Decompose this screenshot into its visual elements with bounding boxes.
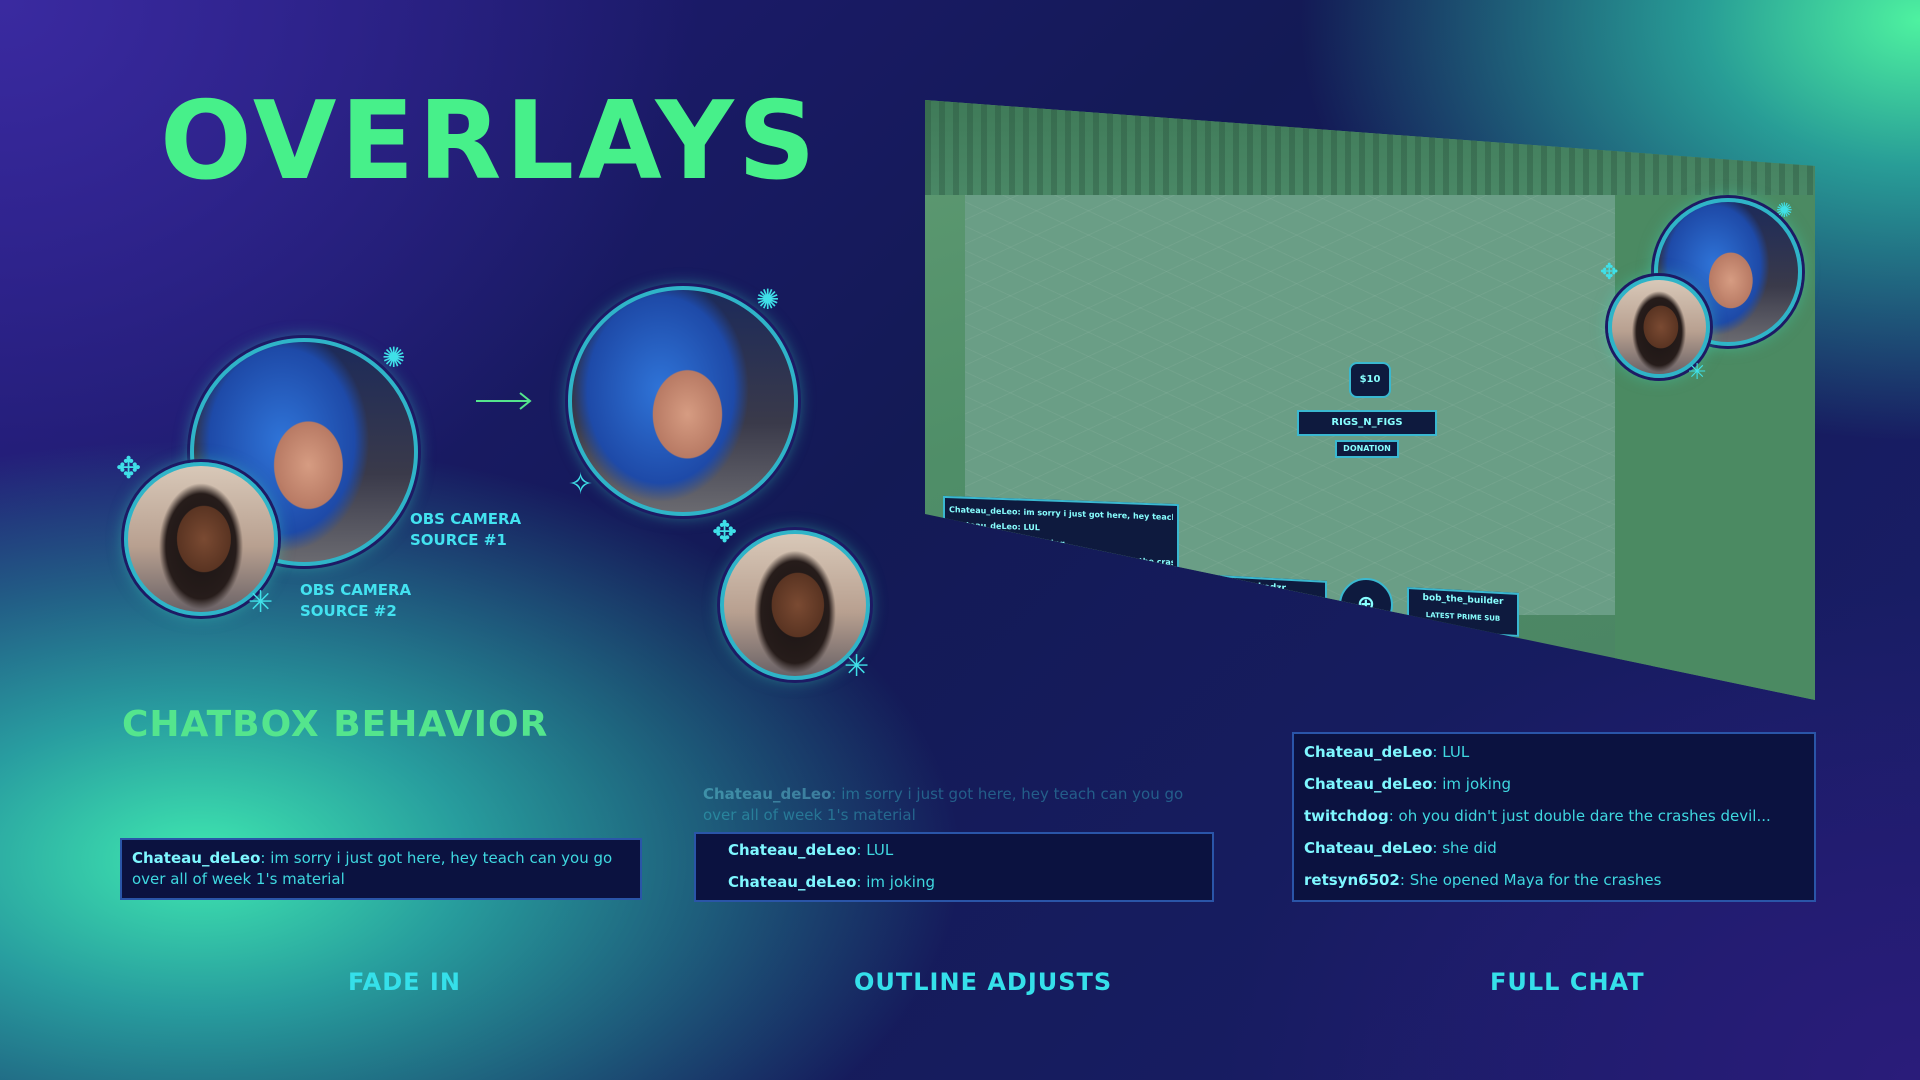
maya-toolbar: [925, 100, 1815, 195]
chat-text: : she did: [1432, 839, 1497, 857]
donation-amount-badge: $10: [1349, 362, 1391, 398]
chat-message: Chateau_deLeo: LUL: [718, 840, 1212, 861]
camera-label-line: SOURCE #1: [410, 531, 507, 549]
chat-message: Chateau_deLeo: she did: [1294, 838, 1814, 859]
hexagon-star-icon: ✺: [382, 341, 406, 374]
latest-prime-sub-box: bob_the_builder LATEST PRIME SUB: [1407, 587, 1519, 637]
chat-text: : im joking: [856, 873, 936, 891]
chat-text: : LUL: [1432, 743, 1470, 761]
latest-follower-label: LATEST FOLLOWER: [1234, 599, 1310, 611]
chat-text: : im joking: [1432, 775, 1512, 793]
caption-full-chat: FULL CHAT: [1490, 968, 1645, 996]
chat-text: : She opened Maya for the crashes: [1399, 871, 1662, 889]
chat-username: Chateau_deLeo: [1304, 743, 1433, 761]
chat-text: : LUL: [856, 841, 894, 859]
donation-donor: RIGS_N_FIGS: [1297, 410, 1437, 436]
chatbox-fade-in: Chateau_deLeo: im sorry i just got here,…: [120, 838, 642, 900]
chatbox-outline-adjusts: Chateau_deLeo: LUL Chateau_deLeo: im jok…: [694, 832, 1214, 902]
caption-outline-adjusts: OUTLINE ADJUSTS: [854, 968, 1113, 996]
latest-follower-box: kedzr LATEST FOLLOWER: [1217, 575, 1327, 625]
camera-source-2-label: OBS CAMERA SOURCE #2: [300, 580, 411, 622]
camera-source-1-label: OBS CAMERA SOURCE #1: [410, 509, 521, 551]
chat-message: retsyn6502: She opened Maya for the cras…: [1294, 870, 1814, 891]
sparkle-icon: ✧: [568, 467, 594, 502]
stream-preview: $10 RIGS_N_FIGS DONATION Chateau_deLeo: …: [925, 100, 1815, 700]
maya-viewport: [965, 195, 1625, 615]
arrow-right-icon: [474, 383, 536, 423]
hexagon-star-icon: ✺: [756, 283, 780, 316]
donation-label: DONATION: [1335, 440, 1399, 458]
chat-username: retsyn6502: [1304, 871, 1400, 889]
chat-message: Chateau_deLeo: im joking: [1294, 774, 1814, 795]
chat-faded-message: Chateau_deLeo: im sorry i just got here,…: [694, 784, 1214, 826]
chat-username: Chateau_deLeo: [132, 849, 261, 867]
chat-username: Chateau_deLeo: [728, 841, 857, 859]
move-cross-icon: ✥: [116, 451, 142, 486]
chat-username: Chateau_deLeo: [728, 873, 857, 891]
move-cross-icon: ✥: [1600, 260, 1619, 285]
asterisk-icon: ✳: [248, 585, 274, 620]
preview-chatbox: Chateau_deLeo: im sorry i just got here,…: [943, 495, 1179, 597]
chat-message: twitchdog: oh you didn't just double dar…: [1294, 806, 1814, 827]
asterisk-icon: ✳: [844, 649, 870, 684]
preview-chat-line: Chateau_deLeo: she did: [949, 565, 1057, 578]
chat-username: Chateau_deLeo: [1304, 839, 1433, 857]
asterisk-icon: ✳: [1688, 360, 1707, 385]
camera-label-line: SOURCE #2: [300, 602, 397, 620]
page-title: OVERLAYS: [160, 79, 820, 204]
logo-hexagon-icon: ⊕: [1339, 578, 1393, 632]
chat-message: Chateau_deLeo: LUL: [1294, 742, 1814, 763]
camera-source-1-avatar-separated: [568, 286, 798, 516]
camera-label-line: OBS CAMERA: [300, 581, 412, 599]
hexagon-star-icon: ✺: [1776, 198, 1793, 222]
camera-label-line: OBS CAMERA: [410, 510, 522, 528]
chatbox-behavior-title: CHATBOX BEHAVIOR: [122, 704, 549, 745]
chat-message: Chateau_deLeo: im joking: [718, 872, 1212, 893]
move-cross-icon: ✥: [712, 515, 738, 550]
latest-follower-name: kedzr: [1258, 582, 1286, 594]
chat-text: : oh you didn't just double dare the cra…: [1388, 807, 1771, 825]
chat-username: twitchdog: [1304, 807, 1389, 825]
caption-fade-in: FADE IN: [348, 968, 461, 996]
chat-username: Chateau_deLeo: [703, 785, 832, 803]
chatbox-full-chat: Chateau_deLeo: LUL Chateau_deLeo: im jok…: [1292, 732, 1816, 902]
chat-message: Chateau_deLeo: im sorry i just got here,…: [122, 848, 640, 890]
chat-username: Chateau_deLeo: [1304, 775, 1433, 793]
